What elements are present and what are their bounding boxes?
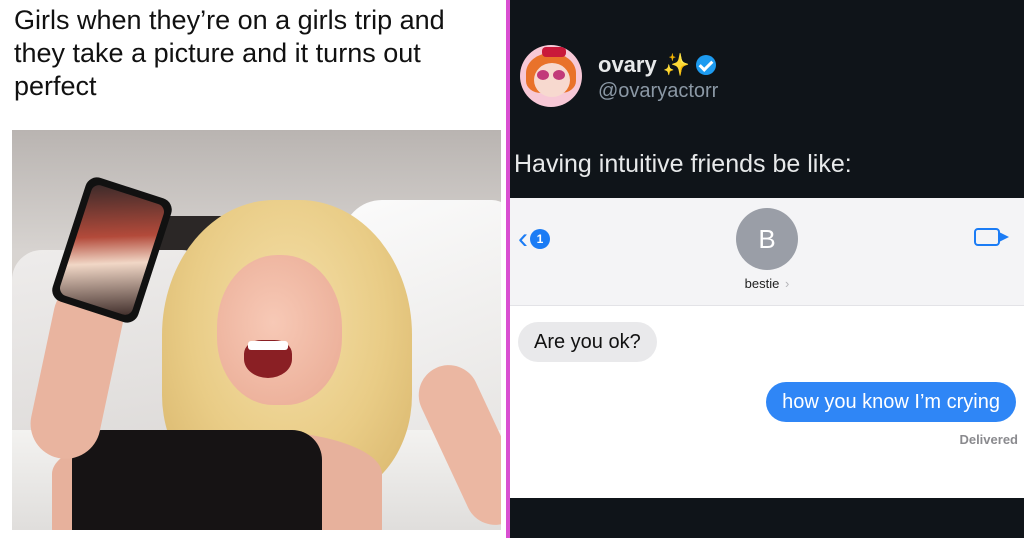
sparkles-icon: ✨ xyxy=(662,52,691,77)
user-avatar[interactable] xyxy=(520,45,582,107)
video-call-icon[interactable] xyxy=(974,228,1009,246)
verified-badge-icon xyxy=(696,55,717,75)
chevron-right-icon: › xyxy=(784,276,790,291)
photo-black-top xyxy=(72,430,322,530)
meme-caption: Girls when they’re on a girls trip and t… xyxy=(14,5,445,101)
unread-count-badge: 1 xyxy=(530,229,550,249)
avatar-eye-right xyxy=(553,70,565,80)
avatar-eye-left xyxy=(537,70,549,80)
display-name[interactable]: ovary xyxy=(598,52,657,78)
photo-teeth xyxy=(248,341,288,350)
imessage-header: ‹ 1 B bestie › xyxy=(510,198,1024,306)
avatar-bow xyxy=(542,47,566,57)
photo-face xyxy=(217,255,342,405)
user-handle[interactable]: @ovaryactorr xyxy=(598,80,718,103)
contact-name-row[interactable]: bestie › xyxy=(510,276,1024,291)
avatar-face xyxy=(534,63,570,97)
left-meme-panel: Girls when they’re on a girls trip and t… xyxy=(0,0,506,538)
display-name-row[interactable]: ovary ✨ xyxy=(598,52,717,78)
delivery-status: Delivered xyxy=(959,432,1018,447)
tweet-panel: ovary ✨ @ovaryactorr Having intuitive fr… xyxy=(510,0,1024,538)
meme-photo xyxy=(12,130,501,530)
incoming-message-bubble: Are you ok? xyxy=(518,322,657,362)
back-button[interactable]: ‹ 1 xyxy=(518,224,550,254)
outgoing-message-bubble: how you know I’m crying xyxy=(766,382,1016,422)
imessage-screenshot: ‹ 1 B bestie › Are you ok? how you know … xyxy=(510,198,1024,498)
tweet-text: Having intuitive friends be like: xyxy=(514,150,852,178)
chevron-left-icon: ‹ xyxy=(518,222,528,255)
contact-avatar[interactable]: B xyxy=(736,208,798,270)
contact-name: bestie xyxy=(744,276,780,291)
